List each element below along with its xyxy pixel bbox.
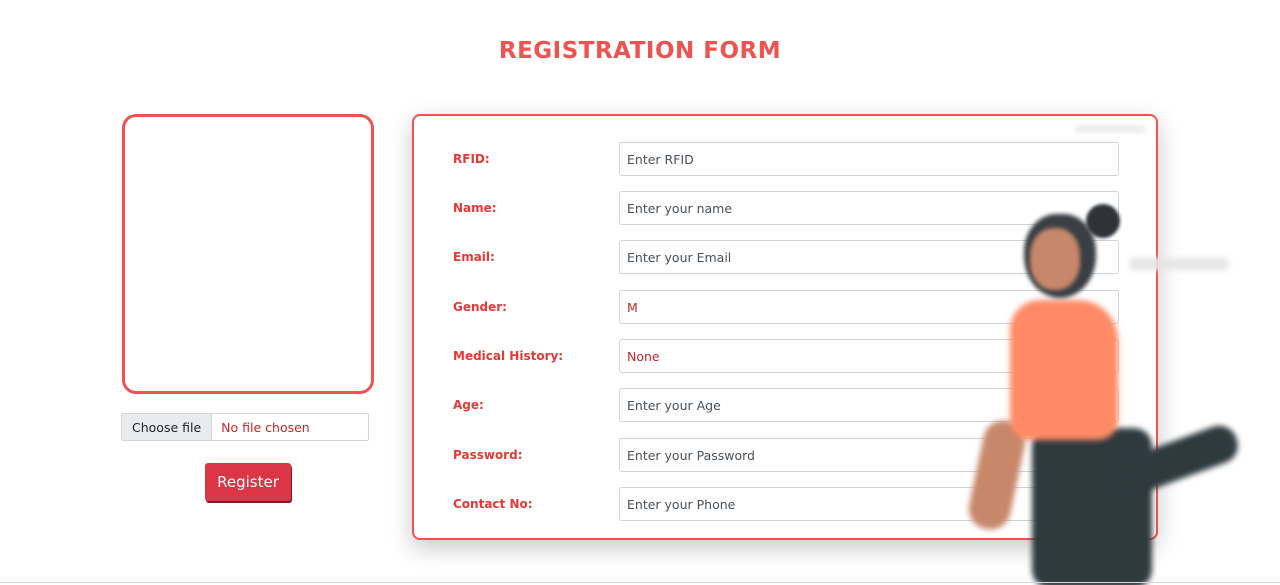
registration-page: REGISTRATION FORM Choose file No file ch… [0, 0, 1280, 585]
form-row-medical-history: Medical History: None [414, 339, 1156, 373]
form-row-password: Password: Enter your Password [414, 438, 1156, 472]
registration-form: RFID: Enter RFID Name: Enter your name E… [412, 114, 1158, 540]
rfid-input[interactable]: Enter RFID [619, 142, 1119, 176]
form-row-contact: Contact No: Enter your Phone [414, 487, 1156, 521]
file-status: No file chosen [221, 419, 310, 435]
age-input[interactable]: Enter your Age [619, 388, 1119, 422]
choose-file-button[interactable]: Choose file [122, 414, 213, 440]
email-input[interactable]: Enter your Email [619, 240, 1119, 274]
form-row-gender: Gender: M [414, 290, 1156, 324]
file-input[interactable]: Choose file No file chosen [121, 413, 369, 441]
form-row-rfid: RFID: Enter RFID [414, 142, 1156, 176]
photo-preview [122, 114, 374, 394]
name-input[interactable]: Enter your name [619, 191, 1119, 225]
form-row-email: Email: Enter your Email [414, 240, 1156, 274]
medical-history-label: Medical History: [453, 349, 564, 363]
form-row-age: Age: Enter your Age [414, 388, 1156, 422]
form-row-name: Name: Enter your name [414, 191, 1156, 225]
page-title: REGISTRATION FORM [498, 38, 782, 64]
divider [0, 582, 1280, 583]
password-label: Password: [453, 448, 523, 462]
name-label: Name: [453, 201, 497, 215]
medical-history-input[interactable]: None [619, 339, 1119, 373]
age-label: Age: [453, 398, 484, 412]
contact-label: Contact No: [453, 497, 533, 511]
gender-label: Gender: [453, 300, 507, 314]
contact-input[interactable]: Enter your Phone [619, 487, 1119, 521]
password-input[interactable]: Enter your Password [619, 438, 1119, 472]
rfid-label: RFID: [453, 152, 490, 166]
gender-input[interactable]: M [619, 290, 1119, 324]
register-button[interactable]: Register [205, 463, 291, 501]
email-label: Email: [453, 250, 495, 264]
